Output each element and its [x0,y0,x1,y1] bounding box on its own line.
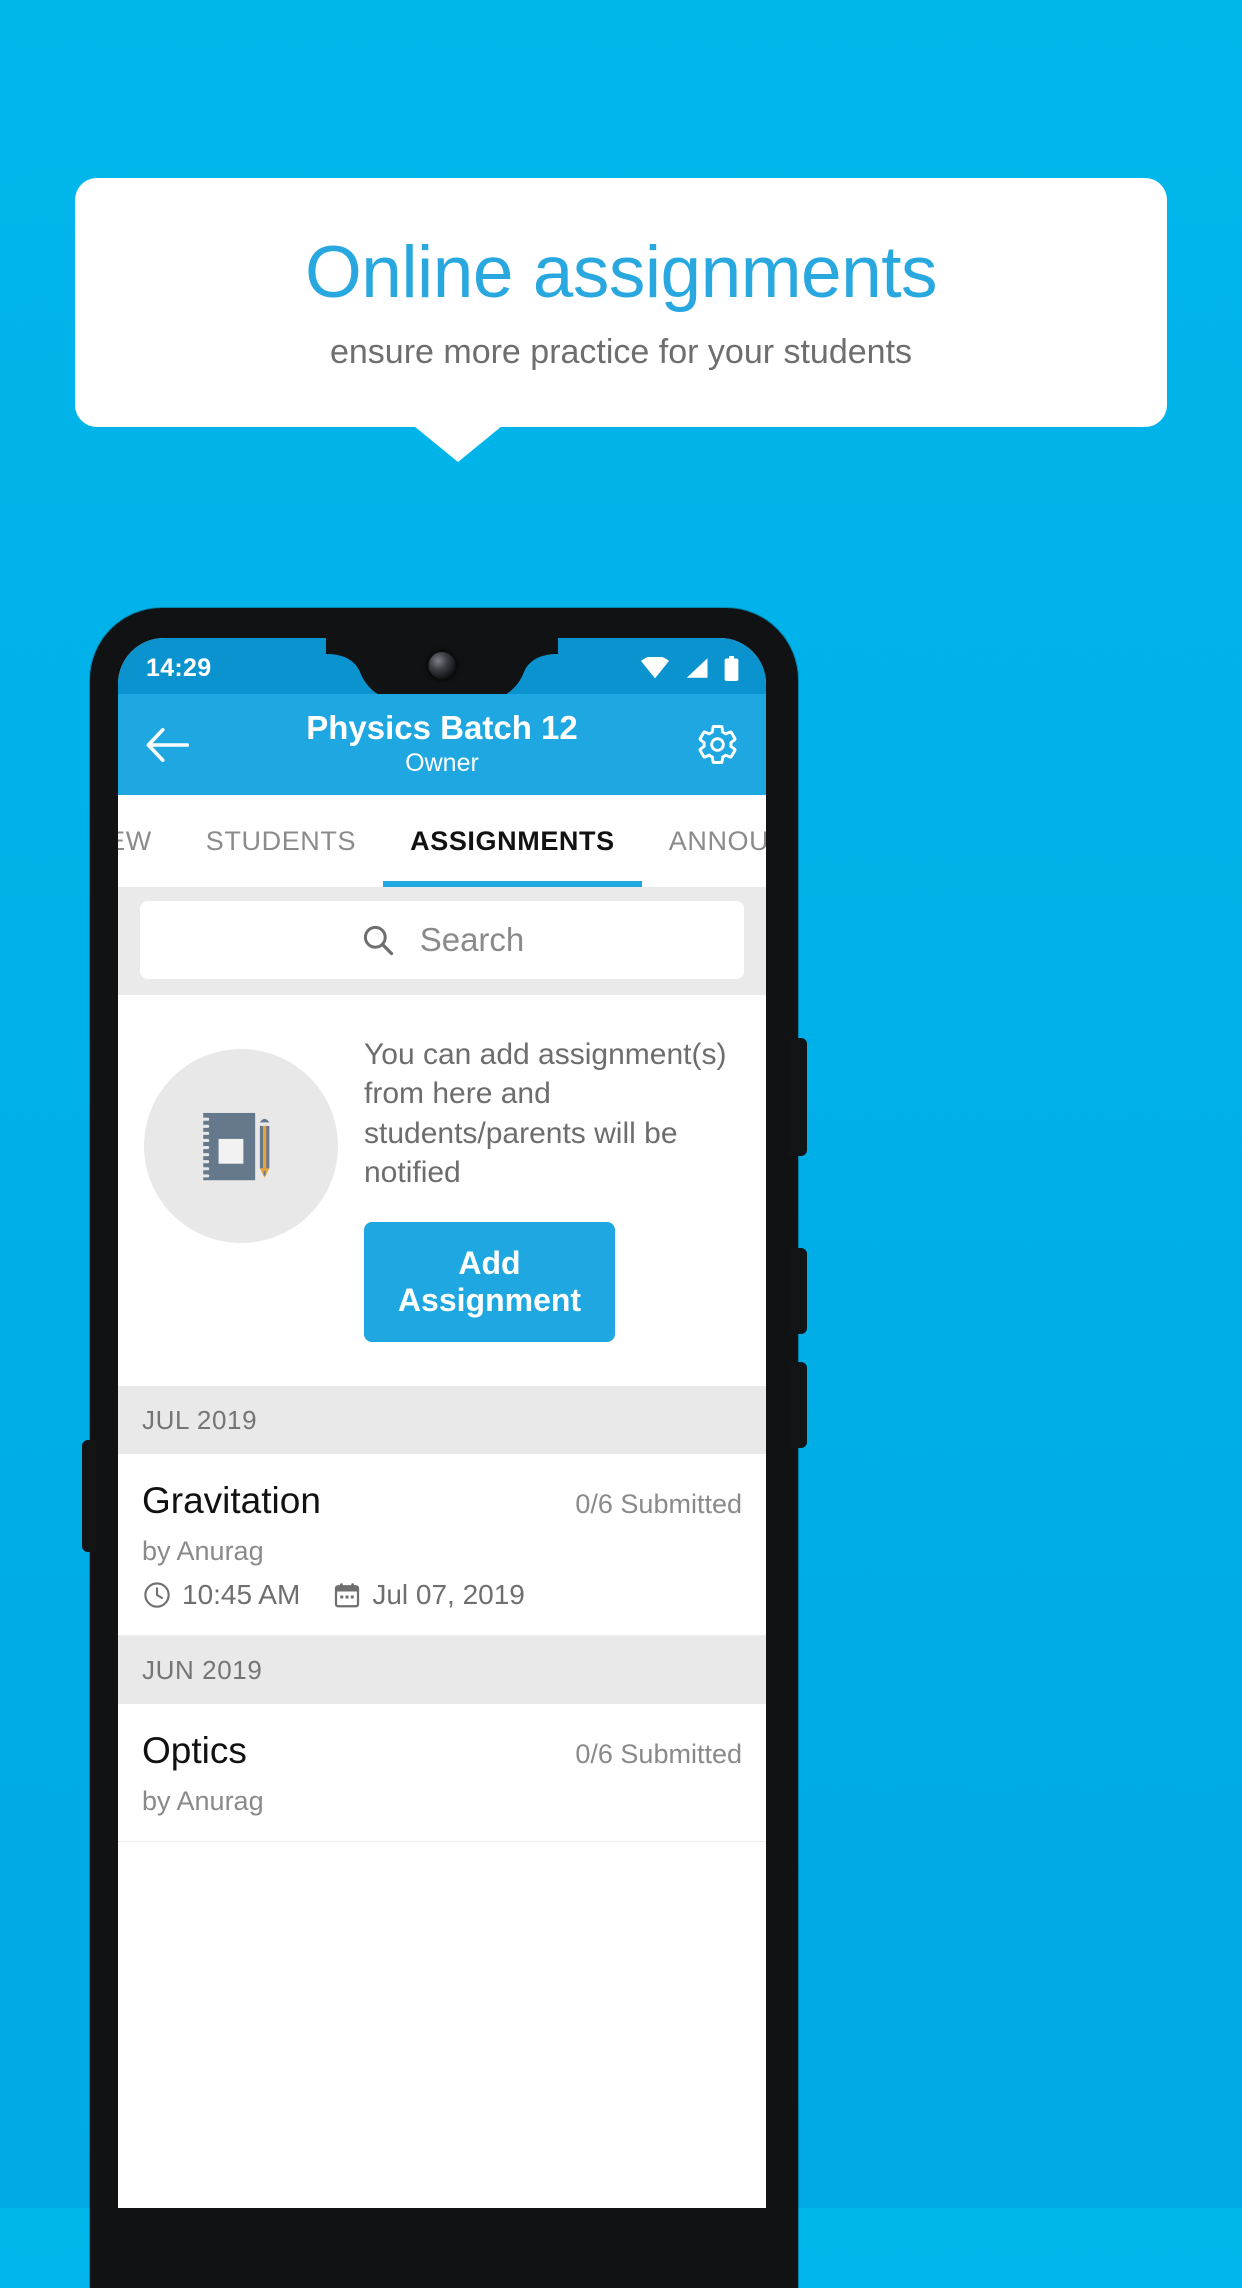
back-arrow-icon[interactable] [140,727,194,762]
app-bar: Physics Batch 12 Owner [118,694,766,795]
phone-assistant-button[interactable] [82,1440,96,1552]
tab-overview[interactable]: IEW [118,795,179,887]
assignment-author: by Anurag [142,1786,264,1817]
tab-announcements[interactable]: ANNOUNCEM [642,795,766,887]
notebook-and-pen-icon [144,1049,338,1243]
assignment-author: by Anurag [142,1536,264,1567]
assignment-meta: 10:45 AM Jul 07, 2019 [142,1579,742,1611]
search-placeholder: Search [419,921,525,958]
assignment-row-header: Gravitation 0/6 Submitted [142,1480,742,1522]
search-icon [363,925,393,956]
status-bar-clock: 14:29 [146,653,212,682]
calendar-icon [335,1583,360,1608]
month-header: JUN 2019 [118,1636,766,1705]
tab-assignments[interactable]: ASSIGNMENTS [383,795,642,887]
signal-icon [686,658,708,678]
gear-icon[interactable] [690,722,744,767]
assignment-time: 10:45 AM [182,1579,301,1611]
empty-state-text: You can add assignment(s) from here and … [364,1038,727,1189]
tab-students[interactable]: STUDENTS [179,795,383,887]
promo-callout-tail [414,426,502,462]
assignment-submitted-count: 0/6 Submitted [575,1489,742,1520]
phone-volume-up-button[interactable] [789,1248,807,1334]
assignment-row[interactable]: Gravitation 0/6 Submitted by Anurag 10:4… [118,1454,766,1637]
assignment-row[interactable]: Optics 0/6 Submitted by Anurag [118,1704,766,1843]
page-title: Physics Batch 12 [306,709,578,747]
tab-bar[interactable]: IEW STUDENTS ASSIGNMENTS ANNOUNCEM [118,795,766,887]
phone-power-button[interactable] [789,1038,807,1156]
add-assignment-button[interactable]: Add Assignment [364,1222,615,1343]
promo-callout-card: Online assignments ensure more practice … [75,178,1167,427]
wifi-icon [640,657,670,679]
empty-state-content: You can add assignment(s) from here and … [364,1027,744,1343]
assignment-row-header: Optics 0/6 Submitted [142,1730,742,1772]
assignment-submitted-count: 0/6 Submitted [575,1739,742,1770]
page-subtitle: Owner [405,749,479,778]
search-input[interactable]: Search [140,901,744,979]
assignment-date: Jul 07, 2019 [372,1579,525,1611]
clock-icon [144,1582,170,1608]
app-bar-titles: Physics Batch 12 Owner [118,694,766,795]
assignment-title: Optics [142,1730,247,1772]
assignment-title: Gravitation [142,1480,321,1522]
battery-icon [724,655,739,681]
status-bar-icons [640,655,740,681]
status-bar: 14:29 [118,638,766,702]
promo-subtitle: ensure more practice for your students [329,333,913,371]
promo-title: Online assignments [304,232,938,313]
search-bar-container: Search [118,887,766,995]
phone-screen: 14:29 Physics Batch 12 Owner W STUDENTS … [118,638,766,2208]
front-camera-icon [428,652,456,679]
phone-volume-down-button[interactable] [789,1362,807,1448]
empty-state-card: You can add assignment(s) from here and … [118,995,766,1387]
month-header: JUL 2019 [118,1386,766,1455]
display-notch [326,638,558,702]
